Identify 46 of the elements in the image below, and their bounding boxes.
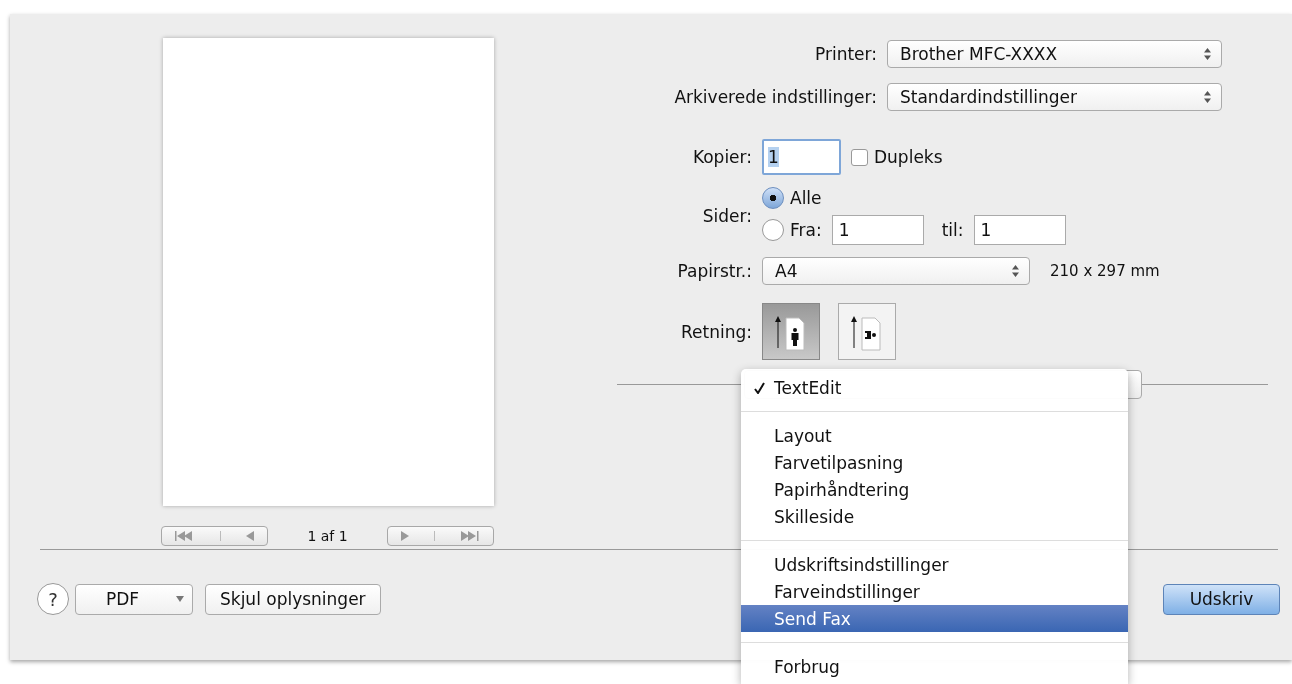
menu-item[interactable]: TextEdit <box>741 374 1128 401</box>
presets-popup[interactable]: Standardindstillinger <box>887 83 1222 111</box>
radio-label: Fra: <box>790 220 822 240</box>
printer-label: Printer: <box>814 44 877 64</box>
printer-popup[interactable]: Brother MFC-XXXX <box>887 40 1222 68</box>
copies-label: Kopier: <box>691 147 752 167</box>
previous-page-icon <box>245 531 255 541</box>
paper-size-label: Papirstr.: <box>676 261 752 281</box>
to-label: til: <box>941 220 964 240</box>
copies-field[interactable]: 1 <box>762 139 841 175</box>
paper-size-popup[interactable]: A4 <box>762 257 1030 285</box>
from-field[interactable]: 1 <box>831 215 924 245</box>
orientation-label: Retning: <box>680 321 752 342</box>
presets-label: Arkiverede indstillinger: <box>673 87 877 107</box>
pdf-button[interactable]: PDF <box>75 583 193 615</box>
menu-item[interactable]: Udskriftsindstillinger <box>741 551 1128 578</box>
last-page-icon <box>459 531 481 541</box>
menu-item[interactable]: Skilleside <box>741 503 1128 530</box>
menu-item[interactable]: Farvetilpasning <box>741 449 1128 476</box>
menu-item[interactable]: Layout <box>741 422 1128 449</box>
duplex-label: Dupleks <box>874 147 943 167</box>
stepper-arrows-icon <box>1204 91 1211 103</box>
portrait-button[interactable] <box>762 303 820 360</box>
menu-item[interactable]: Farveindstillinger <box>741 578 1128 605</box>
hide-details-button[interactable]: Skjul oplysninger <box>205 583 381 615</box>
page-forward-buttons[interactable] <box>387 526 494 546</box>
to-field[interactable]: 1 <box>973 215 1066 245</box>
checkmark-icon <box>754 381 765 394</box>
paper-dimensions: 210 x 297 mm <box>1050 262 1160 280</box>
next-page-icon <box>400 531 410 541</box>
duplex-checkbox[interactable] <box>851 148 868 166</box>
radio-label: Alle <box>790 188 822 208</box>
stepper-arrows-icon <box>1204 48 1211 60</box>
menu-item[interactable]: Send Fax <box>741 605 1128 632</box>
help-button[interactable]: ? <box>37 583 69 615</box>
menu-item[interactable]: Forbrug <box>741 653 1128 680</box>
page-count: 1 af 1 <box>307 528 348 544</box>
print-button[interactable]: Udskriv <box>1163 583 1280 615</box>
radio-button[interactable] <box>762 219 784 241</box>
pages-label: Sider: <box>701 206 752 226</box>
stepper-arrows-icon <box>1012 265 1019 277</box>
menu-item[interactable]: Papirhåndtering <box>741 476 1128 503</box>
page-back-buttons[interactable] <box>161 526 268 546</box>
radio-button[interactable] <box>762 187 784 209</box>
caret-icon <box>176 596 184 602</box>
landscape-button[interactable] <box>838 303 896 360</box>
